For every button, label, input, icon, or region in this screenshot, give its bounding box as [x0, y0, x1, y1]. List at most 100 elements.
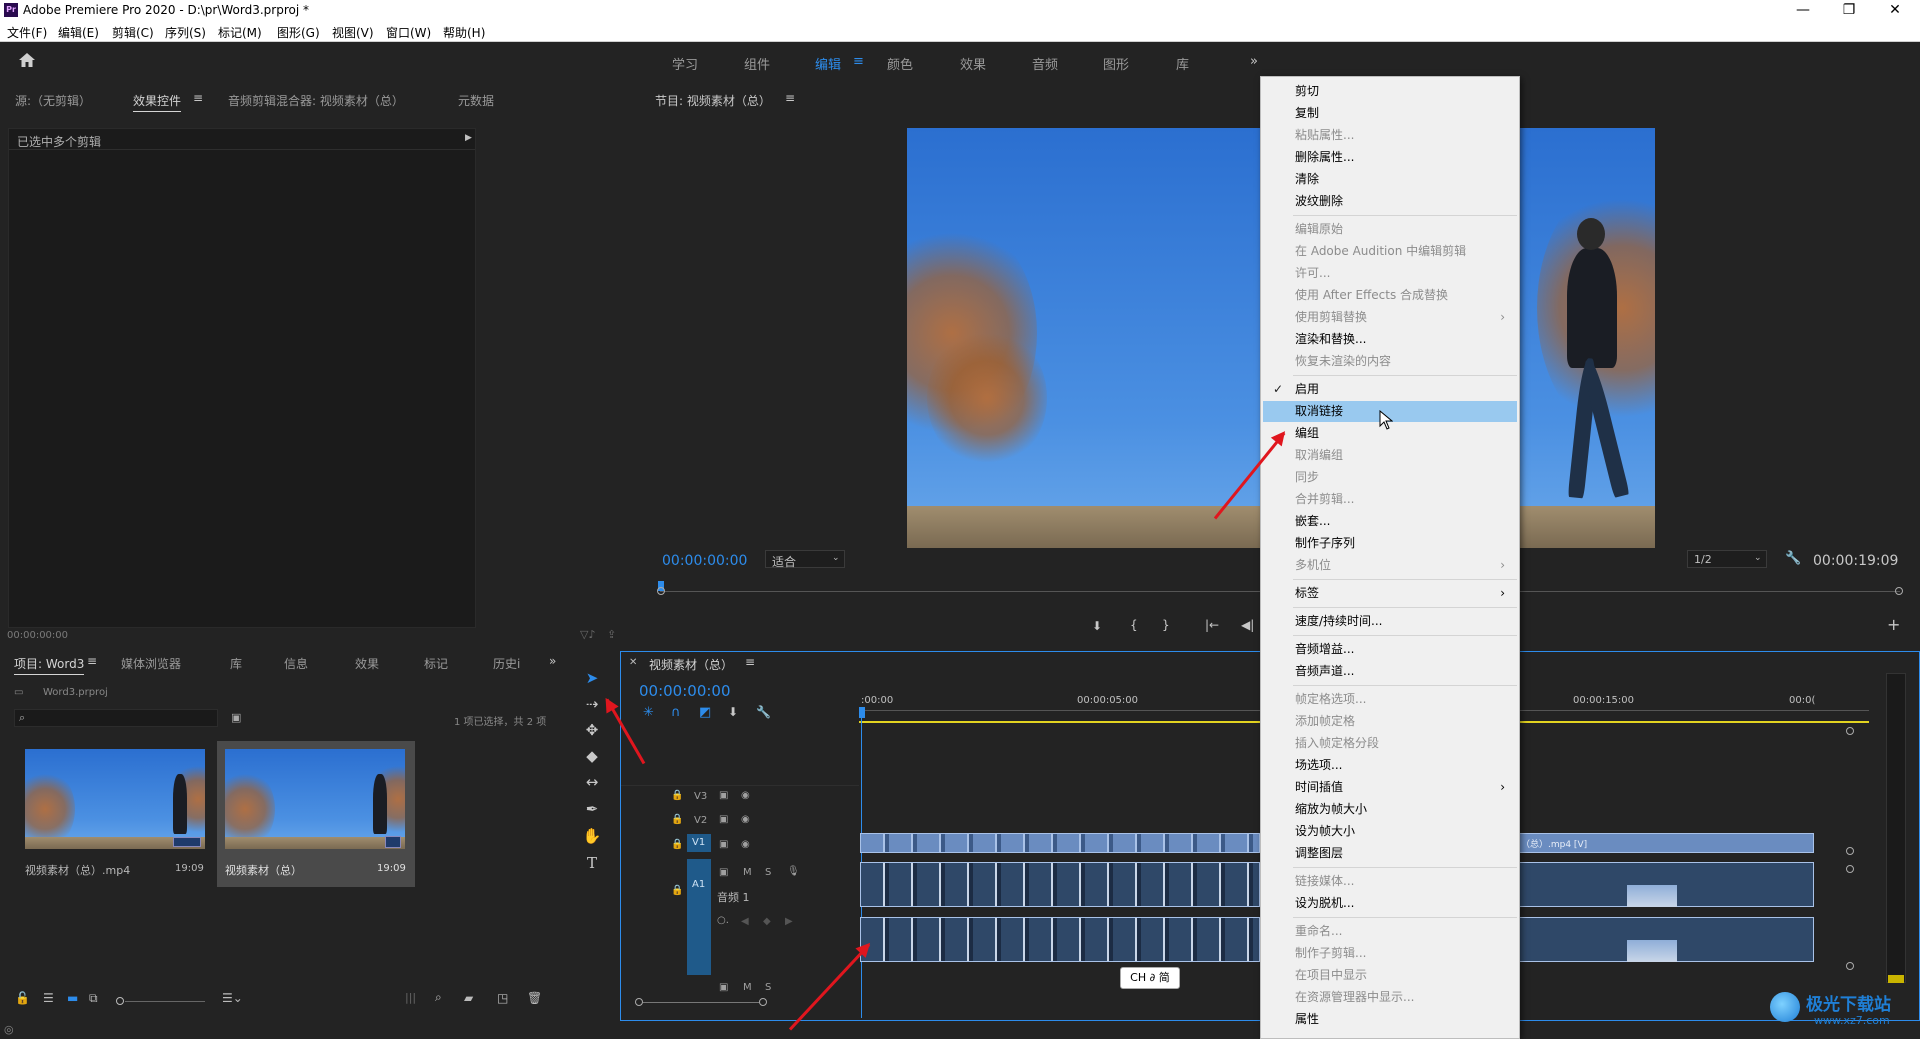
track-target-a1[interactable]: A1 — [687, 859, 711, 975]
project-search-input[interactable]: ⌕ — [14, 709, 218, 727]
context-menu-item[interactable]: 删除属性... — [1263, 147, 1517, 168]
context-menu-item[interactable]: 复制 — [1263, 103, 1517, 124]
add-button-icon[interactable]: + — [1887, 615, 1900, 634]
audio-clip-segments[interactable] — [860, 917, 1260, 962]
next-keyframe-icon[interactable]: ▶ — [785, 916, 793, 927]
sort-icon[interactable]: ☰⌄ — [222, 991, 243, 1005]
quality-dropdown[interactable]: 1/2 ⌄ — [1687, 550, 1767, 568]
toggle-sync-icon[interactable]: ▣ — [719, 814, 728, 825]
wrench-icon[interactable]: 🔧 — [1785, 551, 1801, 566]
menu-clip[interactable]: 剪辑(C) — [112, 24, 154, 41]
v-scroll-handle[interactable] — [1846, 847, 1854, 855]
context-menu-item[interactable]: 设为脱机... — [1263, 893, 1517, 914]
project-item-selected[interactable]: 视频素材（总） 19:09 — [217, 741, 415, 887]
tab-info[interactable]: 信息 — [284, 655, 308, 672]
restore-icon[interactable]: ❐ — [1826, 0, 1872, 22]
find-icon[interactable]: ⌕ — [435, 990, 442, 1005]
ripple-edit-tool-icon[interactable]: ✥ — [582, 720, 602, 740]
tab-audio-clip-mixer[interactable]: 音频剪辑混合器: 视频素材（总） — [228, 92, 404, 109]
track-select-tool-icon[interactable]: ⇢ — [582, 694, 602, 714]
tab-source[interactable]: 源:（无剪辑） — [15, 92, 91, 109]
context-menu-item[interactable]: 时间插值 › — [1263, 777, 1517, 798]
close-tab-icon[interactable]: ✕ — [629, 657, 637, 668]
tab-effects[interactable]: 效果 — [355, 655, 379, 672]
sequence-menu-icon[interactable]: ≡ — [745, 655, 755, 669]
toggle-sync-icon[interactable]: ▣ — [719, 839, 728, 850]
razor-tool-icon[interactable]: ◆ — [582, 746, 602, 766]
ime-indicator[interactable]: CH ∂ 简 — [1120, 967, 1180, 989]
project-menu-icon[interactable]: ≡ — [87, 654, 97, 668]
tab-metadata[interactable]: 元数据 — [458, 92, 494, 109]
track-lock-icon[interactable]: 🔒 — [671, 839, 683, 850]
menu-graphics[interactable]: 图形(G) — [277, 24, 320, 41]
context-menu-item[interactable]: 属性 — [1263, 1009, 1517, 1030]
menu-edit[interactable]: 编辑(E) — [58, 24, 99, 41]
context-menu-item[interactable]: 剪切 — [1263, 81, 1517, 102]
workspace-audio[interactable]: 音频 — [1032, 54, 1058, 73]
timeline-settings-icon[interactable]: 🔧 — [756, 705, 771, 719]
linked-selection-icon[interactable]: ◩ — [699, 705, 711, 720]
toggle-sync-icon[interactable]: ▣ — [719, 790, 728, 801]
tab-media-browser[interactable]: 媒体浏览器 — [121, 655, 181, 672]
solo-icon[interactable]: S — [765, 982, 771, 993]
automate-icon[interactable]: ||| — [405, 991, 416, 1004]
context-menu-item[interactable]: 场选项... — [1263, 755, 1517, 776]
export-icon[interactable]: ⇪ — [607, 628, 616, 641]
panel-more-icon[interactable]: » — [549, 654, 556, 668]
workspace-more-icon[interactable]: » — [1250, 54, 1258, 69]
lock-icon[interactable]: 🔓 — [15, 991, 30, 1005]
mute-icon[interactable]: M — [743, 867, 752, 878]
context-menu-item[interactable]: ✓ 启用 — [1263, 379, 1517, 400]
pen-tool-icon[interactable]: ✒ — [582, 799, 602, 819]
audio-clip-segments[interactable] — [860, 862, 1260, 907]
mark-out-icon[interactable]: } — [1162, 618, 1170, 632]
zoom-slider[interactable] — [125, 1001, 205, 1002]
context-menu-item[interactable]: 速度/持续时间... — [1263, 611, 1517, 632]
video-clip[interactable]: （总）.mp4 [V] — [1516, 833, 1814, 853]
program-timecode[interactable]: 00:00:00:00 — [662, 553, 747, 569]
context-menu-item[interactable]: 调整图层 — [1263, 843, 1517, 864]
track-lock-icon[interactable]: 🔒 — [671, 814, 683, 825]
context-menu-item[interactable]: 缩放为帧大小 — [1263, 799, 1517, 820]
scroll-start-handle[interactable] — [635, 998, 643, 1006]
selection-tool-icon[interactable]: ➤ — [582, 668, 602, 688]
add-marker-icon[interactable]: ⬇ — [1092, 619, 1102, 633]
keyframe-icon[interactable]: ○. — [717, 915, 729, 926]
workspace-graphics[interactable]: 图形 — [1103, 54, 1129, 73]
tab-project[interactable]: 项目: Word3 — [14, 655, 85, 675]
context-menu-item[interactable]: 嵌套... — [1263, 511, 1517, 532]
icon-view-icon[interactable]: ▬ — [67, 991, 78, 1005]
workspace-menu-icon[interactable]: ≡ — [853, 54, 864, 69]
context-menu-item[interactable]: 设为帧大小 — [1263, 821, 1517, 842]
eye-icon[interactable]: ◉ — [741, 814, 750, 825]
workspace-assembly[interactable]: 组件 — [744, 54, 770, 73]
new-bin-button-icon[interactable]: ▰ — [464, 991, 473, 1005]
video-clip-segments[interactable] — [860, 833, 1260, 853]
audio-clip[interactable] — [1516, 862, 1814, 907]
program-menu-icon[interactable]: ≡ — [785, 91, 795, 105]
menu-window[interactable]: 窗口(W) — [386, 24, 431, 41]
minimize-icon[interactable]: — — [1780, 0, 1826, 22]
freeform-view-icon[interactable]: ⧉ — [89, 991, 98, 1006]
menu-sequence[interactable]: 序列(S) — [165, 24, 206, 41]
workspace-editing[interactable]: 编辑 — [815, 54, 841, 73]
workspace-effects[interactable]: 效果 — [960, 54, 986, 73]
scrub-end-handle[interactable] — [1895, 587, 1903, 595]
type-tool-icon[interactable]: T — [582, 853, 602, 873]
track-target-v1[interactable]: V1 — [687, 834, 711, 852]
new-bin-icon[interactable]: ▣ — [231, 711, 241, 724]
snap-icon[interactable]: ∩ — [671, 705, 681, 720]
menu-help[interactable]: 帮助(H) — [443, 24, 485, 41]
v-scroll-handle[interactable] — [1846, 865, 1854, 873]
context-menu-item[interactable]: 制作子序列 — [1263, 533, 1517, 554]
add-keyframe-icon[interactable]: ◆ — [763, 916, 771, 927]
nest-icon[interactable]: ✳ — [643, 705, 654, 720]
menu-file[interactable]: 文件(F) — [7, 24, 47, 41]
trash-icon[interactable]: 🗑 — [527, 991, 542, 1005]
close-icon[interactable]: ✕ — [1872, 0, 1918, 22]
workspace-color[interactable]: 颜色 — [887, 54, 913, 73]
new-item-icon[interactable]: ◳ — [497, 991, 508, 1005]
mute-icon[interactable]: M — [743, 982, 752, 993]
fit-dropdown[interactable]: 适合 ⌄ — [765, 550, 845, 569]
context-menu-item[interactable]: 波纹删除 — [1263, 191, 1517, 212]
